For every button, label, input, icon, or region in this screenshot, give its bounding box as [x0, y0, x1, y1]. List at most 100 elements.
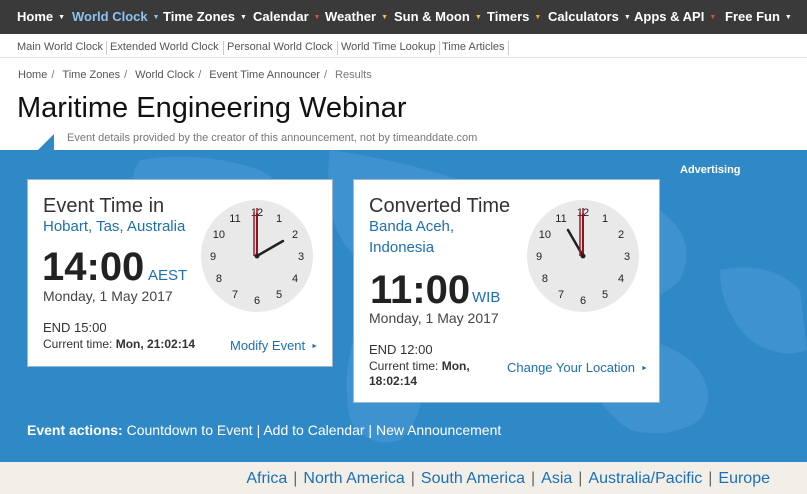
- region-australia-pacific[interactable]: Australia/Pacific: [588, 470, 702, 487]
- chevron-down-icon: ▼: [152, 14, 160, 21]
- top-navigation: Home ▼ World Clock ▼ Time Zones ▼ Calendar ▼…: [0, 0, 807, 34]
- subnav-time-articles[interactable]: Time Articles: [442, 41, 505, 53]
- modify-event-link[interactable]: Modify Event ►: [230, 338, 318, 353]
- region-asia[interactable]: Asia: [541, 470, 572, 487]
- nav-world-clock[interactable]: World Clock ▼: [72, 0, 160, 34]
- current-time-label: Current time:: [43, 337, 113, 351]
- clock-number: 8: [542, 273, 548, 285]
- chevron-down-icon: ▼: [313, 14, 321, 21]
- nav-calculators-label: Calculators: [548, 9, 619, 24]
- nav-timers-label: Timers: [487, 9, 530, 24]
- converted-date: Monday, 1 May 2017: [369, 310, 499, 326]
- clock-number: 1: [276, 213, 282, 225]
- clock-pivot: [254, 253, 260, 259]
- breadcrumb-separator: /: [198, 69, 202, 81]
- clock-number: 4: [292, 273, 298, 285]
- converted-timezone-link[interactable]: WIB: [472, 289, 500, 306]
- action-separator: |: [368, 422, 373, 438]
- sub-navigation: Main World Clock Extended World Clock Pe…: [0, 38, 807, 58]
- chevron-down-icon: ▼: [240, 14, 247, 21]
- clock-number: 4: [618, 273, 624, 285]
- region-separator: |: [708, 470, 713, 487]
- page-subtitle: Event details provided by the creator of…: [67, 132, 478, 144]
- subnav-main-world-clock[interactable]: Main World Clock: [17, 41, 103, 53]
- nav-sun-moon-label: Sun & Moon: [394, 9, 470, 24]
- breadcrumb-time-zones[interactable]: Time Zones: [62, 69, 120, 81]
- change-location-link[interactable]: Change Your Location ►: [507, 360, 648, 375]
- current-time-value: Mon, 21:02:14: [115, 337, 196, 351]
- nav-home[interactable]: Home ▼: [17, 0, 65, 34]
- change-location-label: Change Your Location: [507, 360, 635, 375]
- chevron-down-icon: ▼: [381, 14, 388, 21]
- clock-number: 11: [229, 213, 240, 225]
- region-bar: Africa | North America | South America | Asia |…: [0, 462, 807, 494]
- breadcrumb-world-clock[interactable]: World Clock: [135, 69, 194, 81]
- region-north-america[interactable]: North America: [303, 470, 404, 487]
- nav-time-zones-label: Time Zones: [163, 9, 236, 24]
- converted-location-line2: Indonesia: [369, 239, 435, 256]
- clock-number: 7: [232, 289, 238, 301]
- region-separator: |: [410, 470, 415, 487]
- subnav-divider: [223, 41, 224, 55]
- current-time-value-clock: 18:02:14: [369, 374, 418, 388]
- event-analog-clock: 121234567891011: [201, 200, 313, 312]
- region-separator: |: [530, 470, 536, 487]
- event-time-card: Event Time in Hobart, Tas, Australia 14:…: [27, 179, 333, 367]
- nav-calculators[interactable]: Calculators ▼: [548, 0, 631, 34]
- clock-number: 2: [618, 229, 624, 241]
- countdown-to-event-link[interactable]: Countdown to Event: [127, 422, 253, 438]
- converted-time-heading: Converted Time: [369, 195, 511, 217]
- nav-calendar[interactable]: Calendar ▼: [253, 0, 321, 34]
- nav-timers[interactable]: Timers ▼: [487, 0, 541, 34]
- region-europe[interactable]: Europe: [718, 470, 770, 487]
- clock-number: 1: [602, 213, 608, 225]
- breadcrumb-event-time-announcer[interactable]: Event Time Announcer: [209, 69, 320, 81]
- converted-location-link[interactable]: Banda Aceh, Indonesia: [369, 216, 454, 258]
- clock-number: 5: [602, 289, 608, 301]
- converted-location-line1: Banda Aceh,: [369, 218, 455, 235]
- event-date: Monday, 1 May 2017: [43, 288, 173, 304]
- event-actions-label: Event actions:: [27, 422, 123, 438]
- arrow-right-icon: ►: [311, 343, 319, 350]
- subnav-divider: [508, 41, 509, 55]
- clock-number: 3: [298, 251, 304, 263]
- action-separator: |: [256, 422, 261, 438]
- breadcrumb-home[interactable]: Home: [18, 69, 47, 81]
- chevron-down-icon: ▼: [58, 14, 66, 21]
- clock-number: 9: [210, 251, 216, 263]
- nav-sun-moon[interactable]: Sun & Moon ▼: [394, 0, 482, 34]
- clock-number: 7: [558, 289, 564, 301]
- nav-free-fun[interactable]: Free Fun ▼: [725, 0, 792, 34]
- add-to-calendar-link[interactable]: Add to Calendar: [263, 422, 364, 438]
- event-location-link[interactable]: Hobart, Tas, Australia: [43, 216, 185, 237]
- new-announcement-link[interactable]: New Announcement: [376, 422, 501, 438]
- chevron-down-icon: ▼: [709, 14, 717, 21]
- subnav-extended-world-clock[interactable]: Extended World Clock: [110, 41, 219, 53]
- nav-free-fun-label: Free Fun: [725, 9, 780, 24]
- nav-weather-label: Weather: [325, 9, 377, 24]
- nav-apps-api-label: Apps & API: [634, 9, 705, 24]
- region-separator: |: [578, 470, 583, 487]
- region-separator: |: [293, 470, 298, 487]
- nav-weather[interactable]: Weather ▼: [325, 0, 388, 34]
- arrow-right-icon: ►: [640, 365, 648, 372]
- subnav-world-time-lookup[interactable]: World Time Lookup: [341, 41, 436, 53]
- event-actions: Event actions: Countdown to Event | Add …: [27, 422, 501, 438]
- subnav-divider: [337, 41, 338, 55]
- converted-time-card: Converted Time Banda Aceh, Indonesia 11:0…: [353, 179, 660, 403]
- nav-apps-api[interactable]: Apps & API ▼: [634, 0, 716, 34]
- event-timezone-link[interactable]: AEST: [148, 267, 187, 284]
- region-south-america[interactable]: South America: [421, 470, 525, 487]
- clock-number: 8: [216, 273, 222, 285]
- clock-number: 6: [254, 295, 260, 307]
- chevron-down-icon: ▼: [623, 14, 631, 21]
- converted-end-time: END 12:00: [369, 342, 433, 357]
- clock-pivot: [580, 253, 586, 259]
- subnav-personal-world-clock[interactable]: Personal World Clock: [227, 41, 333, 53]
- clock-number: 3: [624, 251, 630, 263]
- event-panel: Advertising Event Time in Hobart, Tas, A…: [0, 150, 807, 462]
- nav-time-zones[interactable]: Time Zones ▼: [163, 0, 247, 34]
- region-africa[interactable]: Africa: [246, 470, 287, 487]
- event-time-heading: Event Time in: [43, 195, 165, 217]
- event-time-value: 14:00: [42, 245, 145, 289]
